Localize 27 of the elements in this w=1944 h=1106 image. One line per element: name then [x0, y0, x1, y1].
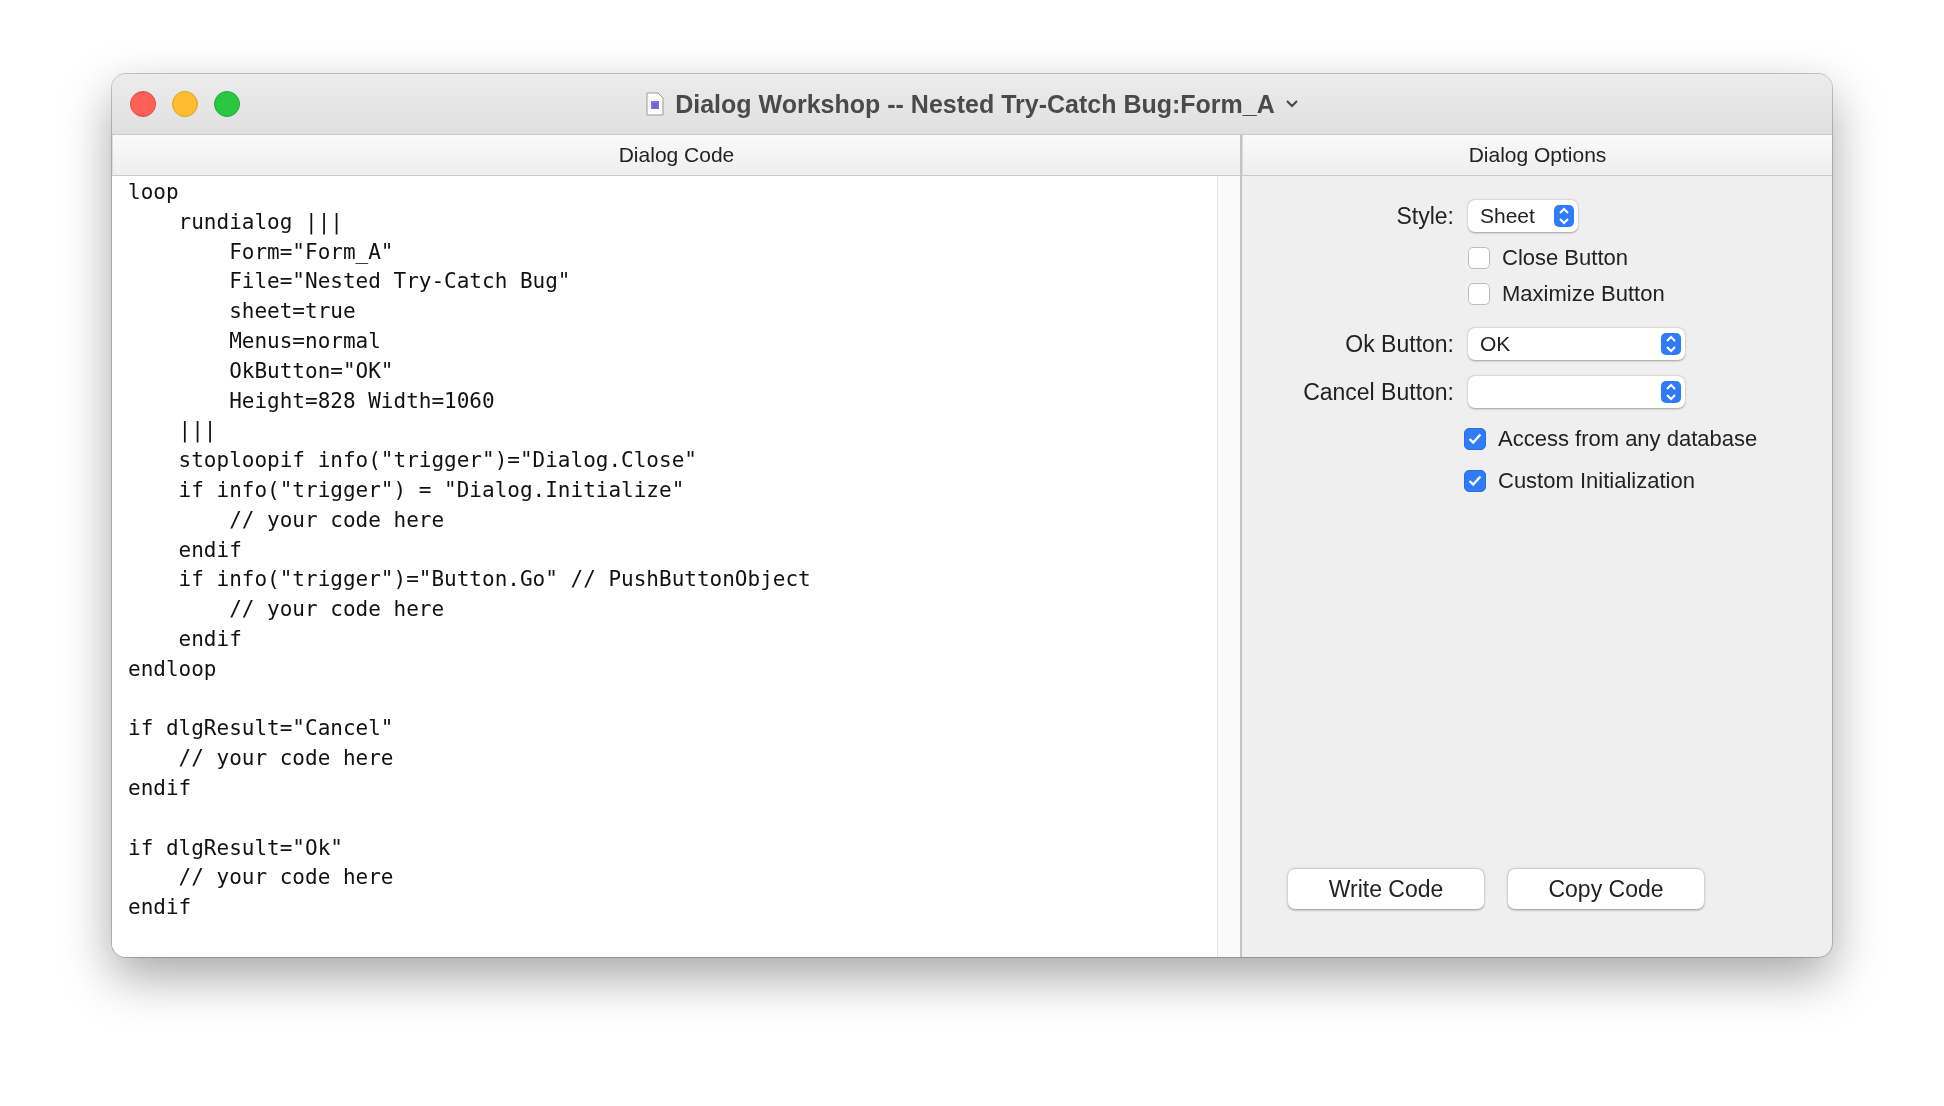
minimize-icon[interactable]	[172, 91, 198, 117]
write-code-button[interactable]: Write Code	[1288, 869, 1484, 909]
copy-code-button[interactable]: Copy Code	[1508, 869, 1704, 909]
window-title: Dialog Workshop -- Nested Try-Catch Bug:Form_A	[675, 89, 1275, 119]
checkbox[interactable]	[1464, 470, 1486, 492]
stepper-icon	[1554, 205, 1574, 227]
field-label: Cancel Button:	[1302, 378, 1455, 406]
stepper-icon	[1661, 381, 1681, 403]
close-icon[interactable]	[130, 91, 156, 117]
cancel-button-dropdown[interactable]	[1468, 376, 1685, 408]
field-label: Ok Button:	[1344, 330, 1455, 358]
style-dropdown[interactable]: Sheet	[1468, 200, 1578, 232]
column-header: Dialog Code	[112, 135, 1240, 176]
checkbox-label[interactable]: Close Button	[1502, 245, 1628, 271]
field-label: Style:	[1395, 202, 1455, 230]
checkbox[interactable]	[1468, 247, 1490, 269]
checkbox[interactable]	[1464, 428, 1486, 450]
chevron-down-icon[interactable]	[1284, 99, 1299, 109]
stepper-icon	[1661, 333, 1681, 355]
checkbox-label[interactable]: Access from any database	[1498, 426, 1758, 452]
column-header: Dialog Options	[1242, 135, 1832, 176]
document-icon	[645, 92, 666, 116]
checkbox[interactable]	[1468, 283, 1490, 305]
zoom-icon[interactable]	[214, 91, 240, 117]
checkbox-label[interactable]: Maximize Button	[1502, 281, 1665, 307]
ok-button-dropdown[interactable]: OK	[1468, 328, 1685, 360]
checkbox-label[interactable]: Custom Initialization	[1498, 468, 1695, 494]
